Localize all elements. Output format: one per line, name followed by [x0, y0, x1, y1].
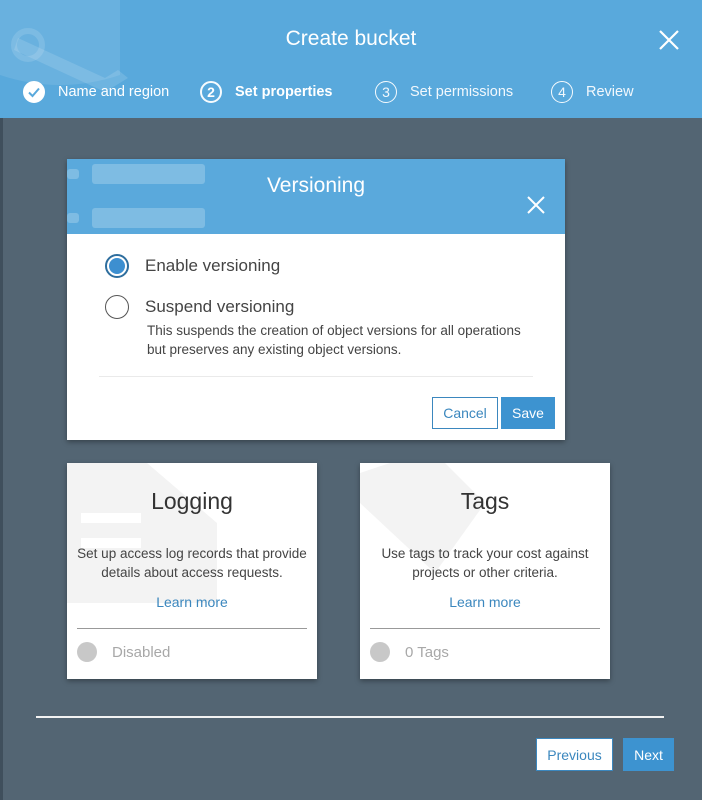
- step-name-and-region[interactable]: Name and region: [23, 80, 169, 104]
- modal-header: Create bucket Name and region 2 Set prop…: [0, 0, 702, 118]
- logging-status-text: Disabled: [112, 643, 171, 661]
- status-indicator-icon: [77, 642, 97, 662]
- previous-button[interactable]: Previous: [536, 738, 613, 771]
- versioning-panel: Versioning Enable versioning Suspend ver…: [67, 159, 565, 440]
- tags-learn-more-link[interactable]: Learn more: [360, 594, 610, 610]
- logging-title: Logging: [151, 488, 233, 514]
- step-label: Review: [586, 84, 634, 100]
- step-number: 2: [200, 81, 222, 103]
- suspend-versioning-option[interactable]: Suspend versioning: [105, 295, 294, 319]
- enable-versioning-radio[interactable]: [105, 254, 129, 278]
- divider: [77, 628, 307, 629]
- step-label: Set permissions: [410, 84, 514, 100]
- left-edge: [0, 118, 3, 800]
- status-indicator-icon: [370, 642, 390, 662]
- step-set-properties[interactable]: 2 Set properties: [200, 80, 333, 104]
- decorative-bar: [67, 213, 79, 223]
- enable-versioning-option[interactable]: Enable versioning: [105, 254, 280, 278]
- tags-status: 0 Tags: [370, 642, 449, 662]
- decorative-bar: [92, 208, 205, 228]
- tags-card[interactable]: Tags Use tags to track your cost against…: [360, 463, 610, 679]
- checkmark-icon: [23, 81, 45, 103]
- step-set-permissions[interactable]: 3 Set permissions: [375, 80, 513, 104]
- modal-title: Create bucket: [285, 27, 417, 50]
- step-number: 4: [551, 81, 573, 103]
- logging-card[interactable]: Logging Set up access log records that p…: [67, 463, 317, 679]
- close-icon[interactable]: [526, 195, 546, 215]
- step-review[interactable]: 4 Review: [551, 80, 634, 104]
- close-icon[interactable]: [658, 29, 680, 51]
- step-number: 3: [375, 81, 397, 103]
- suspend-description: This suspends the creation of object ver…: [147, 323, 521, 357]
- next-button[interactable]: Next: [623, 738, 674, 771]
- cancel-button[interactable]: Cancel: [432, 397, 498, 429]
- logging-description: Set up access log records that provide d…: [77, 546, 307, 580]
- divider: [370, 628, 600, 629]
- logging-learn-more-link[interactable]: Learn more: [67, 594, 317, 610]
- footer-divider: [36, 716, 664, 718]
- divider: [99, 376, 533, 377]
- versioning-title: Versioning: [266, 174, 366, 197]
- step-label: Name and region: [58, 84, 170, 100]
- suspend-versioning-radio[interactable]: [105, 295, 129, 319]
- tags-description: Use tags to track your cost against proj…: [381, 546, 589, 580]
- tags-title: Tags: [460, 488, 510, 514]
- suspend-versioning-label: Suspend versioning: [145, 297, 295, 316]
- tags-status-text: 0 Tags: [405, 643, 449, 661]
- enable-versioning-label: Enable versioning: [145, 256, 281, 275]
- versioning-header: Versioning: [67, 159, 565, 234]
- logging-status: Disabled: [77, 642, 170, 662]
- save-button[interactable]: Save: [501, 397, 555, 429]
- step-label: Set properties: [235, 84, 333, 100]
